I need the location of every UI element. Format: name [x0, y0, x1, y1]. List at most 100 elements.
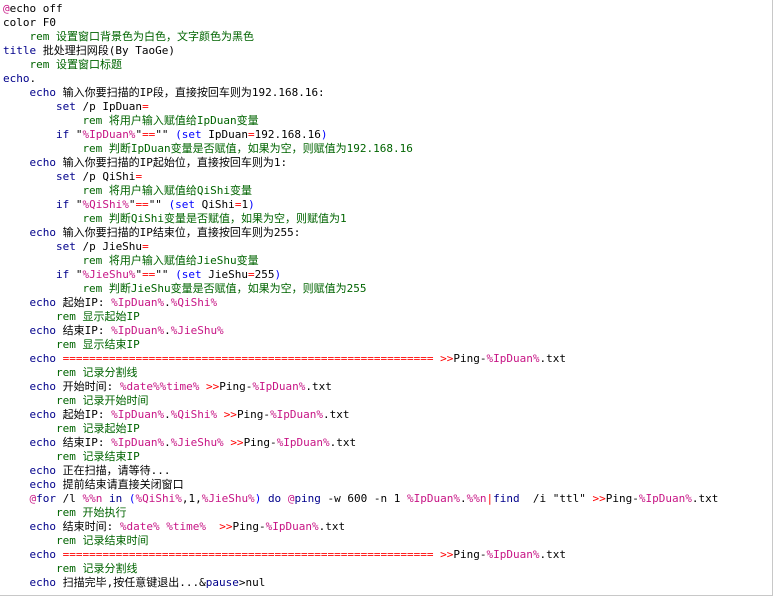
code-line[interactable]: echo ===================================…: [3, 352, 718, 366]
code-line[interactable]: rem 将用户输入赋值给JieShu变量: [3, 254, 718, 268]
code-line[interactable]: rem 记录起始IP: [3, 422, 718, 436]
code-token-text: .: [164, 296, 171, 309]
code-token-var: %JieShu%: [201, 492, 255, 505]
code-token-var: %date%: [119, 380, 160, 393]
code-token-var: %time%: [166, 520, 206, 533]
code-token-text: >nul: [238, 576, 266, 589]
code-token-var: %IpDuan%: [638, 492, 692, 505]
code-token-text: 255: [254, 268, 275, 281]
code-token-kw: echo: [29, 576, 56, 589]
code-line[interactable]: if "%IpDuan%"=="" (set IpDuan=192.168.16…: [3, 128, 718, 142]
code-token-text: -w 600 -n 1: [320, 492, 408, 505]
code-line[interactable]: rem 判断IpDuan变量是否赋值，如果为空，则赋值为192.168.16: [3, 142, 718, 156]
code-editor[interactable]: @echo off color F0 rem 设置窗口背景色为白色，文字颜色为黑色 t…: [0, 0, 773, 596]
code-content[interactable]: @echo off color F0 rem 设置窗口背景色为白色，文字颜色为黑色 t…: [3, 2, 718, 590]
code-token-var: %JieShu%: [170, 436, 224, 449]
code-token-kw: for: [36, 492, 56, 505]
code-line[interactable]: rem 将用户输入赋值给IpDuan变量: [3, 114, 718, 128]
code-line[interactable]: echo 结束IP: %IpDuan%.%JieShu%: [3, 324, 718, 338]
code-line[interactable]: rem 记录结束IP: [3, 450, 718, 464]
code-line[interactable]: echo 输入你要扫描的IP结束位，直接按回车则为255:: [3, 226, 718, 240]
code-token-var: %JieShu%: [170, 324, 224, 337]
code-line[interactable]: rem 显示结束IP: [3, 338, 718, 352]
code-line[interactable]: echo 正在扫描，请等待...: [3, 464, 718, 478]
code-token-kw: echo: [29, 86, 56, 99]
code-line[interactable]: rem 开始执行: [3, 506, 718, 520]
code-token-comment: rem 记录分割线: [55, 562, 138, 575]
code-line[interactable]: echo ===================================…: [3, 548, 718, 562]
code-line[interactable]: rem 记录开始时间: [3, 394, 718, 408]
code-line[interactable]: rem 将用户输入赋值给QiShi变量: [3, 184, 718, 198]
code-line[interactable]: echo 起始IP: %IpDuan%.%QiShi%: [3, 296, 718, 310]
code-token-text: ": [69, 268, 83, 281]
code-token-kw: if: [55, 268, 70, 281]
code-token-op: ==: [135, 198, 149, 211]
code-token-kw: echo: [29, 352, 56, 365]
code-line[interactable]: set /p IpDuan=: [3, 100, 718, 114]
code-token-var: %IpDuan%: [486, 352, 540, 365]
code-token-text: .txt: [329, 436, 357, 449]
code-token-var: %QiShi%: [82, 198, 129, 211]
code-token-text: /i "ttl": [519, 492, 593, 505]
code-token-var: %QiShi%: [170, 296, 218, 309]
code-token-comment: rem 记录结束时间: [55, 534, 149, 547]
code-token-var: %date%: [119, 520, 160, 533]
code-token-text: .txt: [539, 352, 566, 365]
code-line[interactable]: echo 结束时间: %date% %time% >>Ping-%IpDuan%…: [3, 520, 718, 534]
code-line[interactable]: echo 输入你要扫描的IP段，直接按回车则为192.168.16:: [3, 86, 718, 100]
code-line[interactable]: rem 记录分割线: [3, 366, 718, 380]
code-line[interactable]: if "%JieShu%"=="" (set JieShu=255): [3, 268, 718, 282]
code-token-var: %IpDuan%: [252, 380, 306, 393]
code-token-op: ========================================…: [62, 548, 434, 561]
code-token-text: JieShu: [201, 268, 249, 281]
code-token-op: ==: [142, 268, 156, 281]
code-token-kw: pause: [205, 576, 239, 589]
code-token-kw: echo: [29, 548, 56, 561]
code-line[interactable]: echo 结束IP: %IpDuan%.%JieShu% >>Ping-%IpD…: [3, 436, 718, 450]
code-token-var: %%n: [466, 492, 487, 505]
code-token-paren: (set: [168, 198, 196, 211]
code-line[interactable]: rem 判断QiShi变量是否赋值，如果为空，则赋值为1: [3, 212, 718, 226]
code-token-comment: rem 开始执行: [55, 506, 127, 519]
code-line[interactable]: set /p JieShu=: [3, 240, 718, 254]
code-token-kw: if: [55, 128, 70, 141]
code-line[interactable]: rem 设置窗口标题: [3, 58, 718, 72]
code-line[interactable]: echo 扫描完毕,按任意键退出...&pause>nul: [3, 576, 718, 590]
code-token-var: %IpDuan%: [486, 548, 540, 561]
code-line[interactable]: echo 起始IP: %IpDuan%.%QiShi% >>Ping-%IpDu…: [3, 408, 718, 422]
code-token-text: Ping-: [243, 436, 277, 449]
code-line[interactable]: echo.: [3, 72, 718, 86]
code-token-text: 正在扫描，请等待...: [55, 464, 171, 477]
code-line[interactable]: set /p QiShi=: [3, 170, 718, 184]
code-token-text: 输入你要扫描的IP起始位，直接按回车则为1:: [55, 156, 288, 169]
code-token-kw: do: [267, 492, 282, 505]
code-token-kw: echo: [29, 324, 56, 337]
code-line[interactable]: title 批处理扫网段(By TaoGe): [3, 44, 718, 58]
code-token-var: %time%: [159, 380, 200, 393]
code-line[interactable]: if "%QiShi%"=="" (set QiShi=1): [3, 198, 718, 212]
code-token-var: %QiShi%: [135, 492, 182, 505]
code-line[interactable]: @echo off: [3, 2, 718, 16]
code-token-op: >>: [440, 548, 454, 561]
code-line[interactable]: rem 判断JieShu变量是否赋值，如果为空，则赋值为255: [3, 282, 718, 296]
code-line[interactable]: rem 设置窗口背景色为白色，文字颜色为黑色: [3, 30, 718, 44]
code-line[interactable]: echo 提前结束请直接关闭窗口: [3, 478, 718, 492]
code-line[interactable]: rem 记录结束时间: [3, 534, 718, 548]
code-line[interactable]: color F0: [3, 16, 718, 30]
code-token-op: =: [135, 170, 143, 183]
code-token-text: Ping-: [232, 520, 266, 533]
code-line[interactable]: rem 记录分割线: [3, 562, 718, 576]
code-token-op: =: [142, 100, 149, 113]
code-token-kw: ping: [294, 492, 321, 505]
code-line[interactable]: echo 开始时间: %date%%time% >>Ping-%IpDuan%.…: [3, 380, 718, 394]
code-token-var: %IpDuan%: [270, 408, 324, 421]
code-token-var: @: [3, 2, 10, 15]
code-line[interactable]: rem 显示起始IP: [3, 310, 718, 324]
code-line[interactable]: @for /l %%n in (%QiShi%,1,%JieShu%) do @…: [3, 492, 718, 506]
code-token-kw: if: [55, 198, 70, 211]
code-token-text: .txt: [318, 520, 346, 533]
code-line[interactable]: echo 输入你要扫描的IP起始位，直接按回车则为1:: [3, 156, 718, 170]
code-token-kw: find: [493, 492, 520, 505]
